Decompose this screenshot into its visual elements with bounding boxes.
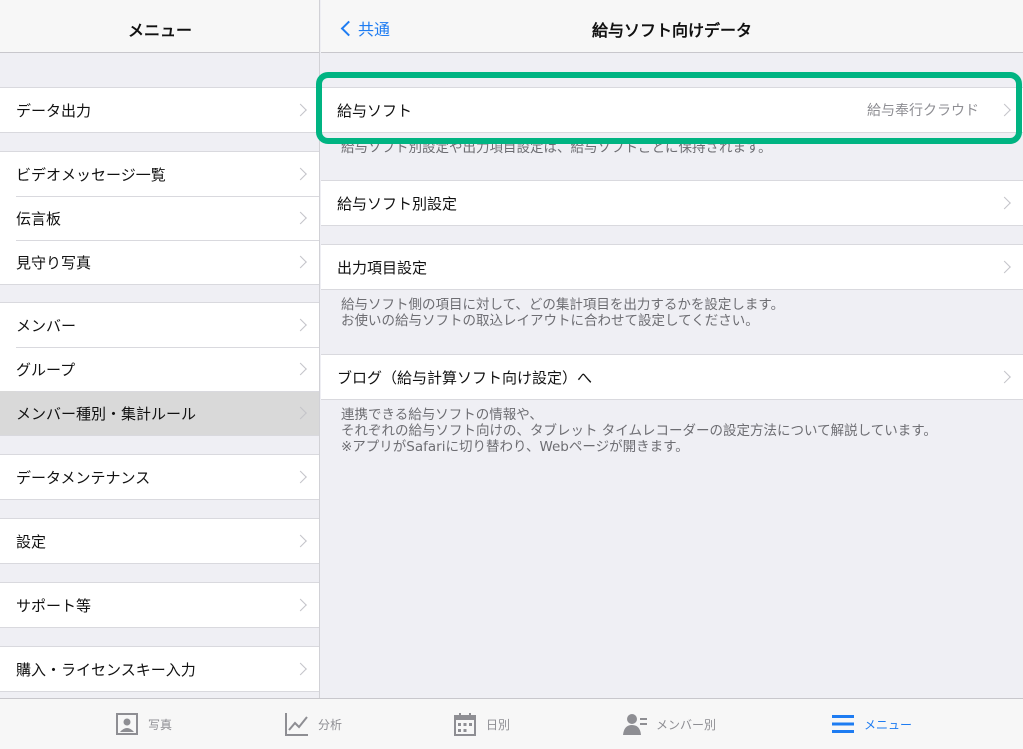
sidebar-item-label: 見守り写真 xyxy=(16,253,92,272)
sidebar-group-purchase: 購入・ライセンスキー入力 xyxy=(0,646,319,692)
sidebar-item-label: 伝言板 xyxy=(16,209,62,228)
member-icon xyxy=(623,714,647,735)
sidebar-navbar: メニュー xyxy=(0,0,319,53)
sidebar-item-label: 設定 xyxy=(16,532,47,551)
blog-note-line: ※アプリがSafariに切り替わり、Webページが開きます。 xyxy=(341,439,689,455)
chevron-right-icon xyxy=(294,534,307,548)
blog-label: ブログ（給与計算ソフト向け設定）へ xyxy=(337,368,593,387)
tab-daily[interactable]: 日別 xyxy=(452,711,510,737)
tab-label: 写真 xyxy=(148,717,173,732)
per-soft-settings-group: 給与ソフト別設定 xyxy=(321,180,1023,226)
chevron-right-icon xyxy=(294,318,307,332)
blog-note-line: 連携できる給与ソフトの情報や、 xyxy=(341,407,543,423)
sidebar-item-label: サポート等 xyxy=(16,596,92,615)
chevron-right-icon xyxy=(998,103,1011,117)
chevron-right-icon xyxy=(294,103,307,117)
sidebar-group-support: サポート等 xyxy=(0,582,319,628)
sidebar-item-members[interactable]: メンバー xyxy=(0,303,319,347)
chevron-right-icon xyxy=(998,260,1011,274)
sidebar-item-label: 購入・ライセンスキー入力 xyxy=(16,660,196,679)
chevron-right-icon xyxy=(998,370,1011,384)
output-note-line: お使いの給与ソフトの取込レイアウトに合わせて設定してください。 xyxy=(341,313,759,329)
tab-label: メンバー別 xyxy=(656,717,717,732)
tab-label: メニュー xyxy=(864,717,913,732)
tab-menu[interactable]: メニュー xyxy=(830,711,912,737)
tab-photos[interactable]: 写真 xyxy=(114,711,172,737)
sidebar-group-export: データ出力 xyxy=(0,87,319,133)
chevron-right-icon xyxy=(294,662,307,676)
sidebar-item-watch-photos[interactable]: 見守り写真 xyxy=(0,240,319,284)
sidebar-item-message-board[interactable]: 伝言板 xyxy=(0,196,319,240)
sidebar-item-label: グループ xyxy=(16,360,76,379)
payroll-soft-group: 給与ソフト 給与奉行クラウド xyxy=(321,87,1023,133)
photo-icon xyxy=(116,713,138,735)
sidebar-item-video-messages[interactable]: ビデオメッセージ一覧 xyxy=(0,152,319,196)
sidebar: メニュー データ出力 ビデオメッセージ一覧 伝言板 見守り写真 メンバー グルー… xyxy=(0,0,320,698)
calendar-icon xyxy=(454,713,476,736)
sidebar-item-label: メンバー xyxy=(16,316,77,335)
chevron-right-icon xyxy=(294,470,307,484)
sidebar-item-settings[interactable]: 設定 xyxy=(0,519,319,563)
sidebar-group-settings: 設定 xyxy=(0,518,319,564)
detail-navbar: 共通 給与ソフト向けデータ xyxy=(321,0,1023,53)
sidebar-group-maintenance: データメンテナンス xyxy=(0,454,319,500)
chevron-right-icon xyxy=(294,211,307,225)
chevron-right-icon xyxy=(294,255,307,269)
sidebar-item-data-export[interactable]: データ出力 xyxy=(0,88,319,132)
per-soft-settings-label: 給与ソフト別設定 xyxy=(337,194,458,213)
sidebar-item-purchase-license[interactable]: 購入・ライセンスキー入力 xyxy=(0,647,319,691)
output-items-label: 出力項目設定 xyxy=(337,258,428,277)
sidebar-item-data-maintenance[interactable]: データメンテナンス xyxy=(0,455,319,499)
sidebar-item-member-types-rules[interactable]: メンバー種別・集計ルール xyxy=(0,391,319,435)
output-note-line: 給与ソフト側の項目に対して、どの集計項目を出力するかを設定します。 xyxy=(341,297,785,313)
chevron-right-icon xyxy=(998,196,1011,210)
tab-bar: 写真 分析 日別 メンバー別 メニュー xyxy=(0,698,1023,749)
tab-by-member[interactable]: メンバー別 xyxy=(622,711,716,737)
blog-group: ブログ（給与計算ソフト向け設定）へ xyxy=(321,354,1023,400)
output-items-group: 出力項目設定 xyxy=(321,244,1023,290)
chevron-right-icon xyxy=(294,362,307,376)
payroll-soft-note: 給与ソフト別設定や出力項目設定は、給与ソフトごとに保持されます。 xyxy=(341,140,772,156)
sidebar-item-groups[interactable]: グループ xyxy=(0,347,319,391)
detail-pane: 共通 給与ソフト向けデータ 給与ソフト 給与奉行クラウド 給与ソフト別設定や出力… xyxy=(321,0,1023,698)
tab-label: 分析 xyxy=(318,717,343,732)
payroll-soft-label: 給与ソフト xyxy=(337,101,413,120)
blog-note: 連携できる給与ソフトの情報や、 それぞれの給与ソフト向けの、タブレット タイムレ… xyxy=(341,407,999,455)
sidebar-item-support[interactable]: サポート等 xyxy=(0,583,319,627)
blog-row[interactable]: ブログ（給与計算ソフト向け設定）へ xyxy=(321,355,1023,399)
output-items-row[interactable]: 出力項目設定 xyxy=(321,245,1023,289)
sidebar-title: メニュー xyxy=(127,21,192,40)
chevron-right-icon xyxy=(294,167,307,181)
sidebar-item-label: データ出力 xyxy=(16,101,92,120)
page-title: 給与ソフト向けデータ xyxy=(591,21,752,40)
chevron-right-icon xyxy=(294,406,307,420)
sidebar-item-label: データメンテナンス xyxy=(16,468,151,487)
payroll-soft-row[interactable]: 給与ソフト 給与奉行クラウド xyxy=(321,88,1023,132)
tab-label: 日別 xyxy=(486,717,511,732)
sidebar-group-members: メンバー グループ メンバー種別・集計ルール xyxy=(0,302,319,436)
payroll-soft-value: 給与奉行クラウド xyxy=(867,103,979,119)
menu-icon xyxy=(832,715,854,733)
per-soft-settings-row[interactable]: 給与ソフト別設定 xyxy=(321,181,1023,225)
blog-note-line: それぞれの給与ソフト向けの、タブレット タイムレコーダーの設定方法について解説し… xyxy=(341,423,937,439)
output-items-note: 給与ソフト側の項目に対して、どの集計項目を出力するかを設定します。 お使いの給与… xyxy=(341,297,999,329)
chart-icon xyxy=(285,713,308,736)
sidebar-item-label: メンバー種別・集計ルール xyxy=(16,404,197,423)
tab-analysis[interactable]: 分析 xyxy=(284,711,342,737)
chevron-right-icon xyxy=(294,598,307,612)
sidebar-item-label: ビデオメッセージ一覧 xyxy=(16,165,166,184)
sidebar-group-media: ビデオメッセージ一覧 伝言板 見守り写真 xyxy=(0,151,319,285)
